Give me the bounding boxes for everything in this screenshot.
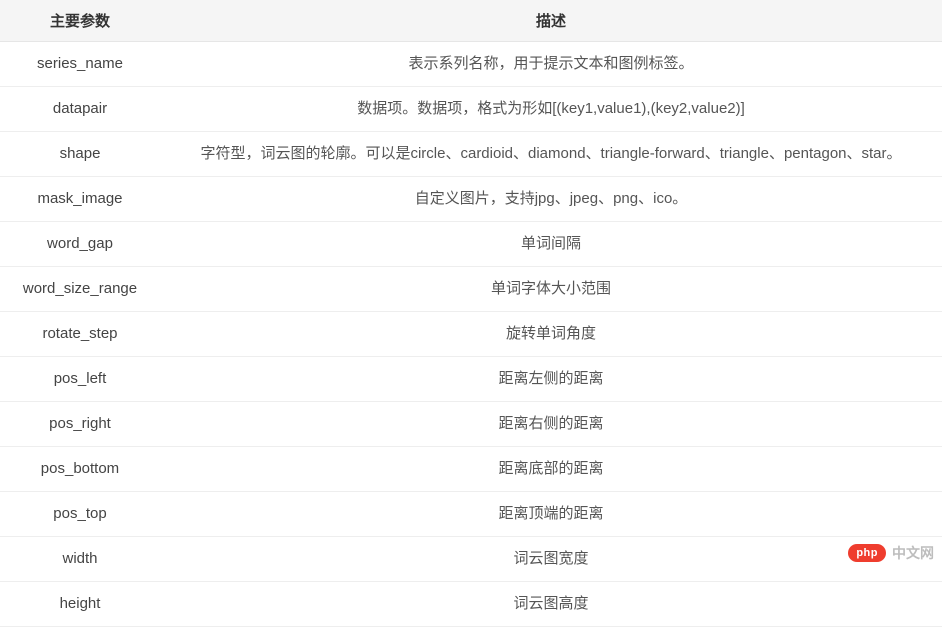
cell-desc: 距离右侧的距离 xyxy=(160,402,942,447)
cell-param: pos_top xyxy=(0,492,160,537)
table-row: word_size_range 单词字体大小范围 xyxy=(0,267,942,312)
cell-desc: 表示系列名称，用于提示文本和图例标签。 xyxy=(160,42,942,87)
cell-param: rotate_step xyxy=(0,312,160,357)
cell-param: datapair xyxy=(0,87,160,132)
params-table: 主要参数 描述 series_name 表示系列名称，用于提示文本和图例标签。 … xyxy=(0,0,942,627)
table-header-row: 主要参数 描述 xyxy=(0,0,942,42)
cell-param: pos_left xyxy=(0,357,160,402)
cell-desc: 距离底部的距离 xyxy=(160,447,942,492)
cell-param: pos_right xyxy=(0,402,160,447)
cell-param: height xyxy=(0,582,160,627)
table-row: pos_left 距离左侧的距离 xyxy=(0,357,942,402)
cell-param: word_gap xyxy=(0,222,160,267)
table-row: pos_bottom 距离底部的距离 xyxy=(0,447,942,492)
cell-param: shape xyxy=(0,132,160,177)
cell-param: series_name xyxy=(0,42,160,87)
cell-param: pos_bottom xyxy=(0,447,160,492)
table-row: mask_image 自定义图片，支持jpg、jpeg、png、ico。 xyxy=(0,177,942,222)
cell-desc: 字符型，词云图的轮廓。可以是circle、cardioid、diamond、tr… xyxy=(160,132,942,177)
cell-param: mask_image xyxy=(0,177,160,222)
cell-desc: 旋转单词角度 xyxy=(160,312,942,357)
table-row: pos_right 距离右侧的距离 xyxy=(0,402,942,447)
cell-desc: 单词字体大小范围 xyxy=(160,267,942,312)
table-row: height 词云图高度 xyxy=(0,582,942,627)
table-row: series_name 表示系列名称，用于提示文本和图例标签。 xyxy=(0,42,942,87)
cell-param: word_size_range xyxy=(0,267,160,312)
header-param: 主要参数 xyxy=(0,0,160,42)
cell-desc: 词云图高度 xyxy=(160,582,942,627)
cell-desc: 距离左侧的距离 xyxy=(160,357,942,402)
table-row: word_gap 单词间隔 xyxy=(0,222,942,267)
table-row: shape 字符型，词云图的轮廓。可以是circle、cardioid、diam… xyxy=(0,132,942,177)
cell-desc: 数据项。数据项，格式为形如[(key1,value1),(key2,value2… xyxy=(160,87,942,132)
cell-desc: 距离顶端的距离 xyxy=(160,492,942,537)
cell-desc: 单词间隔 xyxy=(160,222,942,267)
table-row: datapair 数据项。数据项，格式为形如[(key1,value1),(ke… xyxy=(0,87,942,132)
table-row: rotate_step 旋转单词角度 xyxy=(0,312,942,357)
cell-desc: 自定义图片，支持jpg、jpeg、png、ico。 xyxy=(160,177,942,222)
table-row: pos_top 距离顶端的距离 xyxy=(0,492,942,537)
header-desc: 描述 xyxy=(160,0,942,42)
